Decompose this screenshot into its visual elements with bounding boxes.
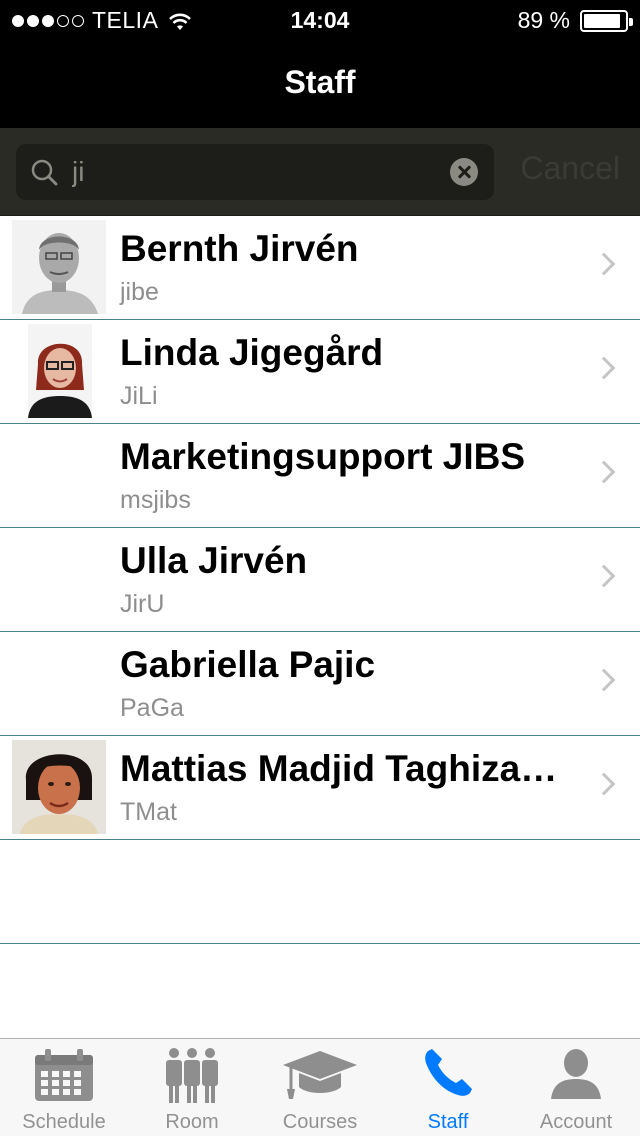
staff-username: TMat [120, 798, 177, 826]
chevron-right-icon [592, 564, 616, 588]
tab-schedule[interactable]: Schedule [0, 1039, 128, 1136]
staff-username: msjibs [120, 486, 191, 514]
people-icon [166, 1048, 218, 1103]
empty-row [0, 840, 640, 944]
tab-bar: Schedule Room Courses Staff Account [0, 1038, 640, 1136]
staff-row[interactable]: Bernth Jirvén jibe [0, 216, 640, 320]
cancel-button[interactable]: Cancel [520, 150, 620, 187]
calendar-icon [35, 1049, 93, 1101]
search-bar: Cancel [0, 128, 640, 216]
staff-name: Bernth Jirvén [120, 228, 359, 269]
avatar-woman-red-hair-icon [12, 324, 106, 418]
chevron-right-icon [592, 252, 616, 276]
tab-label: Account [539, 1111, 613, 1133]
staff-row[interactable]: Gabriella Pajic PaGa [0, 632, 640, 736]
battery-tip [629, 17, 633, 26]
tab-label: Room [165, 1111, 219, 1133]
staff-username: JiLi [120, 382, 158, 410]
tab-label: Schedule [22, 1111, 106, 1133]
staff-name: Ulla Jirvén [120, 540, 308, 581]
graduation-cap-icon [283, 1051, 357, 1099]
clear-search-icon[interactable] [450, 158, 478, 186]
chevron-right-icon [592, 668, 616, 692]
status-bar: TELIA 14:04 89 % [0, 0, 640, 40]
phone-icon [425, 1049, 472, 1096]
search-input[interactable] [72, 144, 452, 200]
battery-status: 89 % [517, 7, 633, 34]
avatar-man-dark-hair-icon [12, 740, 106, 834]
chevron-right-icon [592, 356, 616, 380]
avatar [12, 740, 106, 834]
navigation-bar: Staff [0, 40, 640, 128]
staff-name: Linda Jigegård [120, 332, 384, 373]
tab-label: Courses [282, 1111, 358, 1133]
staff-row[interactable]: Mattias Madjid Taghiza… TMat [0, 736, 640, 840]
search-icon [31, 159, 58, 186]
person-icon [551, 1049, 601, 1099]
battery-level [584, 13, 620, 28]
chevron-right-icon [592, 460, 616, 484]
staff-row[interactable]: Ulla Jirvén JirU [0, 528, 640, 632]
staff-username: jibe [120, 278, 159, 306]
staff-list: Bernth Jirvén jibe Linda Jigegård JiLi M… [0, 216, 640, 944]
tab-staff[interactable]: Staff [384, 1039, 512, 1136]
avatar-man-grey-icon [12, 220, 106, 314]
search-field[interactable] [16, 144, 494, 200]
battery-percentage: 89 % [517, 7, 570, 33]
staff-name: Gabriella Pajic [120, 644, 376, 685]
staff-row[interactable]: Linda Jigegård JiLi [0, 320, 640, 424]
battery-icon [580, 9, 633, 32]
staff-row[interactable]: Marketingsupport JIBS msjibs [0, 424, 640, 528]
staff-name: Marketingsupport JIBS [120, 436, 525, 477]
avatar [12, 324, 106, 418]
tab-label: Staff [427, 1111, 469, 1133]
staff-name: Mattias Madjid Taghiza… [120, 748, 558, 789]
tab-courses[interactable]: Courses [256, 1039, 384, 1136]
tab-room[interactable]: Room [128, 1039, 256, 1136]
chevron-right-icon [592, 772, 616, 796]
page-title: Staff [284, 64, 356, 100]
avatar [12, 220, 106, 314]
tab-account[interactable]: Account [512, 1039, 640, 1136]
staff-username: JirU [120, 590, 165, 618]
staff-username: PaGa [120, 694, 184, 722]
